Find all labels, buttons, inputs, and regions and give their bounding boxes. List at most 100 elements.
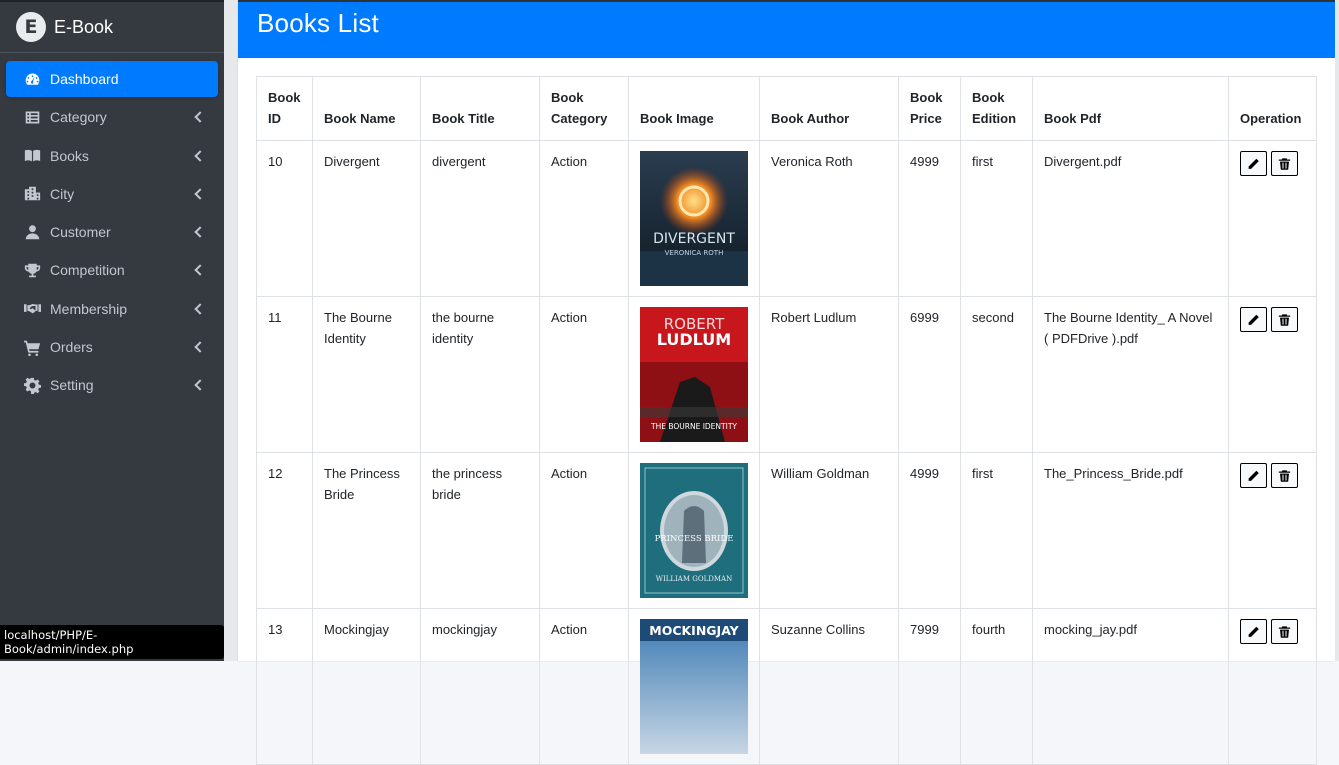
sidebar-item-orders[interactable]: Orders [6, 329, 218, 365]
cover-title-text: DIVERGENT [653, 231, 735, 247]
cell-book-edition: second [960, 296, 1033, 453]
edit-button[interactable] [1240, 151, 1267, 176]
sidebar-item-label: Category [50, 109, 107, 126]
cell-book-pdf: Divergent.pdf [1032, 140, 1229, 297]
header-book-name: Book Name [312, 76, 421, 141]
cell-book-image: DIVERGENT VERONICA ROTH [628, 140, 760, 297]
pencil-icon [1248, 470, 1259, 481]
page-title: Books List [257, 8, 379, 38]
sidebar-item-label: Setting [50, 377, 94, 394]
sidebar: E E-Book Dashboard Category Books City C… [0, 0, 224, 661]
chevron-left-icon [194, 264, 206, 277]
cell-book-author: William Goldman [759, 452, 899, 609]
trash-icon [1278, 157, 1291, 170]
cell-operation [1228, 608, 1317, 765]
cell-book-name: The Bourne Identity [312, 296, 421, 453]
cell-book-id: 13 [256, 608, 313, 765]
sidebar-item-label: City [50, 185, 75, 202]
header-book-pdf: Book Pdf [1032, 76, 1229, 141]
sidebar-item-membership[interactable]: Membership [6, 291, 218, 327]
gear-icon [23, 376, 41, 394]
cell-book-edition: first [960, 452, 1033, 609]
header-book-price: Book Price [898, 76, 961, 141]
dashboard-icon [23, 70, 41, 88]
cell-book-edition: first [960, 140, 1033, 297]
table-header-row: Book ID Book Name Book Title Book Catego… [256, 76, 1317, 141]
brand-name: E-Book [54, 16, 114, 37]
header-operation: Operation [1228, 76, 1317, 141]
handshake-icon [23, 300, 41, 318]
cell-book-edition: fourth [960, 608, 1033, 765]
book-cover-image: MOCKINGJAY [640, 619, 748, 754]
sidebar-item-setting[interactable]: Setting [6, 367, 218, 403]
edit-button[interactable] [1240, 463, 1267, 488]
cover-title-text: LUDLUM [657, 330, 731, 349]
cell-book-price: 4999 [898, 140, 961, 297]
cell-book-id: 11 [256, 296, 313, 453]
page-scrollbar[interactable] [1335, 0, 1339, 661]
cell-book-image: PRINCESS BRIDE WILLIAM GOLDMAN [628, 452, 760, 609]
sidebar-item-label: Membership [50, 300, 128, 317]
cell-book-price: 6999 [898, 296, 961, 453]
cell-operation [1228, 452, 1317, 609]
user-icon [23, 223, 41, 241]
cell-book-price: 7999 [898, 608, 961, 765]
sidebar-item-label: Customer [50, 224, 111, 241]
cell-book-author: Robert Ludlum [759, 296, 899, 453]
cell-book-title: the bourne identity [420, 296, 540, 453]
cell-book-title: mockingjay [420, 608, 540, 765]
header-book-category: Book Category [539, 76, 629, 141]
chevron-left-icon [194, 379, 206, 392]
chevron-left-icon [194, 149, 206, 162]
header-book-image: Book Image [628, 76, 760, 141]
list-icon [23, 108, 41, 126]
sidebar-item-customer[interactable]: Customer [6, 214, 218, 250]
header-book-author: Book Author [759, 76, 899, 141]
cell-book-pdf: mocking_jay.pdf [1032, 608, 1229, 765]
cart-icon [23, 338, 41, 356]
chevron-left-icon [194, 111, 206, 123]
cell-book-category: Action [539, 608, 629, 765]
cell-book-author: Veronica Roth [759, 140, 899, 297]
trash-icon [1278, 469, 1291, 482]
header-book-title: Book Title [420, 76, 540, 141]
header-book-edition: Book Edition [960, 76, 1033, 141]
delete-button[interactable] [1271, 463, 1298, 488]
edit-button[interactable] [1240, 307, 1267, 332]
sidebar-item-label: Dashboard [50, 71, 119, 87]
cell-book-pdf: The Bourne Identity_ A Novel ( PDFDrive … [1032, 296, 1229, 453]
cell-book-price: 4999 [898, 452, 961, 609]
cell-book-name: Divergent [312, 140, 421, 297]
table-row: 12 The Princess Bride the princess bride… [256, 452, 1317, 609]
sidebar-item-label: Competition [50, 262, 125, 279]
sidebar-item-books[interactable]: Books [6, 138, 218, 174]
sidebar-item-category[interactable]: Category [6, 99, 218, 135]
table-row: 11 The Bourne Identity the bourne identi… [256, 296, 1317, 453]
chevron-left-icon [194, 341, 206, 353]
sidebar-item-dashboard[interactable]: Dashboard [6, 61, 218, 97]
brand-logo: E [16, 12, 46, 42]
trophy-icon [23, 261, 41, 279]
sidebar-item-competition[interactable]: Competition [6, 252, 218, 288]
cover-title-text: MOCKINGJAY [649, 623, 739, 638]
cell-book-id: 12 [256, 452, 313, 609]
building-icon [23, 185, 41, 203]
table-row: 10 Divergent divergent Action DIVERGENT … [256, 140, 1317, 297]
cell-book-image: ROBERT LUDLUM THE BOURNE IDENTITY [628, 296, 760, 453]
brand-link[interactable]: E E-Book [0, 2, 224, 53]
cell-book-title: divergent [420, 140, 540, 297]
cell-book-title: the princess bride [420, 452, 540, 609]
edit-button[interactable] [1240, 619, 1267, 644]
delete-button[interactable] [1271, 619, 1298, 644]
cover-subtitle-text: THE BOURNE IDENTITY [650, 422, 737, 431]
cell-book-author: Suzanne Collins [759, 608, 899, 765]
book-cover-image: ROBERT LUDLUM THE BOURNE IDENTITY [640, 307, 748, 442]
cell-book-id: 10 [256, 140, 313, 297]
sidebar-nav: Dashboard Category Books City Customer C… [0, 53, 224, 403]
cell-book-name: The Princess Bride [312, 452, 421, 609]
delete-button[interactable] [1271, 151, 1298, 176]
sidebar-item-city[interactable]: City [6, 176, 218, 212]
book-icon [23, 147, 41, 165]
cell-book-name: Mockingjay [312, 608, 421, 765]
delete-button[interactable] [1271, 307, 1298, 332]
